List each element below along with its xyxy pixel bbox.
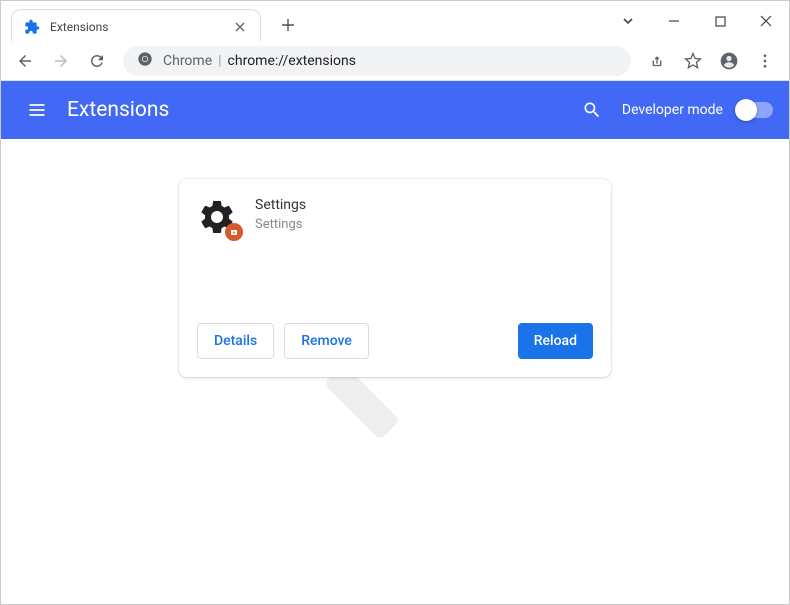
minimize-button[interactable] [651, 5, 697, 37]
extension-name: Settings [255, 197, 593, 213]
extension-card: Settings Settings Details Remove Reload [179, 179, 611, 377]
reload-button[interactable] [81, 45, 113, 77]
tab-search-button[interactable] [605, 5, 651, 37]
new-tab-button[interactable] [276, 13, 300, 37]
menu-button[interactable] [749, 45, 781, 77]
window-controls [651, 5, 789, 37]
maximize-button[interactable] [697, 5, 743, 37]
browser-tab[interactable]: Extensions [11, 9, 261, 43]
address-bar[interactable]: Chrome|chrome://extensions [123, 46, 631, 76]
hamburger-menu-icon[interactable] [17, 90, 57, 130]
extensions-content: Settings Settings Details Remove Reload [1, 139, 789, 417]
details-button[interactable]: Details [197, 323, 274, 359]
address-text: Chrome|chrome://extensions [163, 53, 356, 69]
developer-mode-toggle[interactable] [737, 102, 773, 118]
tab-title: Extensions [50, 20, 232, 34]
tab-close-icon[interactable] [232, 19, 248, 35]
chrome-icon [137, 51, 153, 71]
share-button[interactable] [641, 45, 673, 77]
window-titlebar: Extensions [1, 1, 789, 41]
forward-button[interactable] [45, 45, 77, 77]
search-icon[interactable] [572, 90, 612, 130]
toggle-knob [735, 99, 757, 121]
profile-button[interactable] [713, 45, 745, 77]
corrupt-badge-icon [225, 223, 243, 241]
remove-button[interactable]: Remove [284, 323, 369, 359]
bookmark-button[interactable] [677, 45, 709, 77]
gear-icon [197, 197, 237, 237]
extensions-header: Extensions Developer mode [1, 81, 789, 139]
back-button[interactable] [9, 45, 41, 77]
browser-toolbar: Chrome|chrome://extensions [1, 41, 789, 81]
extension-puzzle-icon [24, 19, 40, 35]
close-button[interactable] [743, 5, 789, 37]
reload-button[interactable]: Reload [518, 323, 593, 359]
extension-description: Settings [255, 217, 593, 232]
page-title: Extensions [67, 98, 572, 122]
developer-mode-label: Developer mode [622, 102, 723, 118]
